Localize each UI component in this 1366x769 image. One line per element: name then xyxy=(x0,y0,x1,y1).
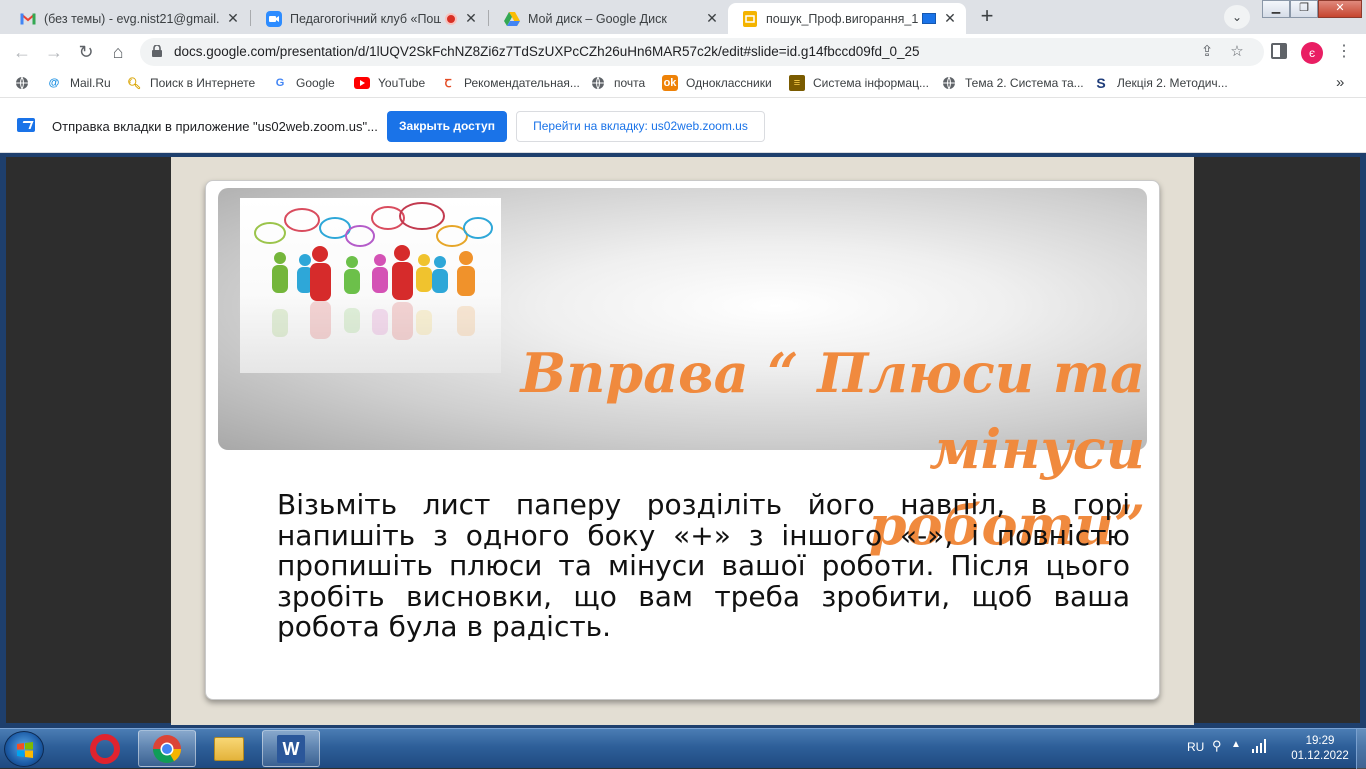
bookmark-label: Поиск в Интернете xyxy=(150,76,256,90)
sharing-status-text: Отправка вкладки в приложение "us02web.z… xyxy=(52,119,378,134)
tab-separator xyxy=(250,10,251,26)
share-tab-icon xyxy=(17,118,35,132)
word-icon: W xyxy=(277,734,305,763)
more-bookmarks-button[interactable]: » xyxy=(1336,74,1344,91)
zoom-icon xyxy=(266,10,282,27)
bookmark-item[interactable] xyxy=(14,75,38,91)
bookmark-item[interactable]: Тема 2. Система та... xyxy=(941,75,1084,91)
side-panel-icon[interactable] xyxy=(1271,43,1287,59)
bookmark-item[interactable]: @ Mail.Ru xyxy=(46,75,111,91)
close-tab-icon[interactable]: ✕ xyxy=(225,10,241,27)
stop-sharing-button[interactable]: Закрыть доступ xyxy=(387,111,507,142)
tab-title: (без темы) - evg.nist21@gmail.com xyxy=(44,11,219,26)
tab-title: Педагогогічний клуб «Пошук» xyxy=(290,11,441,26)
bookmark-label: Лекція 2. Методич... xyxy=(1117,76,1228,90)
recording-icon xyxy=(445,12,457,25)
search-bookmark-icon: 🔍︎ xyxy=(127,77,141,90)
bookmark-label: Одноклассники xyxy=(686,76,772,90)
forward-arrow-icon[interactable]: → xyxy=(42,41,66,65)
keyboard-icon[interactable]: ⚲ xyxy=(1212,738,1222,754)
bookmark-item[interactable]: ok Одноклассники xyxy=(662,75,772,91)
bookmark-label: почта xyxy=(614,76,646,90)
globe-icon xyxy=(941,75,957,91)
windows-taskbar: W RU ⚲ ▲ 19:29 01.12.2022 xyxy=(0,728,1366,769)
bookmark-item[interactable]: G Google xyxy=(272,75,335,91)
globe-icon xyxy=(14,75,30,91)
share-icon[interactable]: ⇪ xyxy=(1198,43,1216,61)
chrome-icon xyxy=(153,734,181,763)
window-close-button[interactable]: ✕ xyxy=(1318,0,1362,18)
tab-google-drive[interactable]: Мой диск – Google Диск ✕ xyxy=(490,3,728,34)
language-indicator[interactable]: RU xyxy=(1187,740,1204,754)
gmail-icon xyxy=(20,11,36,27)
clock-date: 01.12.2022 xyxy=(1291,750,1349,762)
clock-time: 19:29 xyxy=(1305,735,1335,747)
taskbar-word[interactable]: W xyxy=(262,730,320,767)
youtube-icon xyxy=(354,75,370,91)
opera-icon xyxy=(90,733,120,764)
bookmark-item[interactable]: ≡ Система інформац... xyxy=(789,75,929,91)
bookmarks-bar: @ Mail.Ru 🔍︎ Поиск в Интернете G Google … xyxy=(0,70,1366,98)
system-clock[interactable]: 19:29 01.12.2022 xyxy=(1290,734,1350,764)
tab-sharing-infobar: Отправка вкладки в приложение "us02web.z… xyxy=(0,98,1366,153)
home-icon[interactable]: ⌂ xyxy=(106,41,130,65)
bookmark-label: Mail.Ru xyxy=(70,76,111,90)
globe-icon xyxy=(590,75,606,91)
taskbar-chrome[interactable] xyxy=(138,730,196,767)
mailru-icon: @ xyxy=(48,77,60,89)
minimize-button[interactable]: ▁ xyxy=(1262,0,1290,18)
profile-avatar[interactable]: є xyxy=(1301,42,1323,64)
bookmark-item[interactable]: YouTube xyxy=(354,75,425,91)
address-bar[interactable]: docs.google.com/presentation/d/1lUQV2SkF… xyxy=(140,38,1264,66)
google-drive-icon xyxy=(504,11,520,27)
tab-separator xyxy=(488,10,489,26)
tab-strip: (без темы) - evg.nist21@gmail.com ✕ Педа… xyxy=(0,0,1366,34)
taskbar-opera[interactable] xyxy=(76,730,134,767)
start-button[interactable] xyxy=(4,731,44,767)
tab-title: Мой диск – Google Диск xyxy=(528,11,667,26)
more-menu-icon[interactable]: ⋮ xyxy=(1336,42,1352,64)
bookmark-label: Тема 2. Система та... xyxy=(965,76,1084,90)
bookmark-label: Google xyxy=(296,76,335,90)
bookmark-item[interactable]: Ꞇ Рекомендательная... xyxy=(440,75,580,91)
casting-icon xyxy=(922,13,936,24)
tab-gmail[interactable]: (без темы) - evg.nist21@gmail.com ✕ xyxy=(6,3,249,34)
taskbar-explorer[interactable] xyxy=(200,730,258,767)
google-icon: G xyxy=(275,77,285,89)
google-slides-icon xyxy=(742,10,758,27)
windows-logo-icon xyxy=(17,742,33,758)
folder-icon xyxy=(214,736,244,761)
odnoklassniki-icon: ok xyxy=(662,75,678,91)
browser-toolbar: ← → ↻ ⌂ docs.google.com/presentation/d/1… xyxy=(0,34,1366,70)
switch-to-tab-button[interactable]: Перейти на вкладку: us02web.zoom.us xyxy=(516,111,765,142)
tab-title: пошук_Проф.вигорання_11 xyxy=(766,11,918,26)
bookmark-label: Система інформац... xyxy=(813,76,929,90)
bookmark-star-icon[interactable]: ☆ xyxy=(1228,43,1246,61)
lecture-icon: S xyxy=(1096,75,1106,91)
bookmark-item[interactable]: почта xyxy=(590,75,645,91)
show-hidden-icons-icon[interactable]: ▲ xyxy=(1231,739,1241,750)
tab-zoom-club[interactable]: Педагогогічний клуб «Пошук» ✕ xyxy=(252,3,487,34)
close-tab-icon[interactable]: ✕ xyxy=(704,10,720,27)
network-signal-icon[interactable] xyxy=(1252,739,1268,756)
new-tab-button[interactable]: + xyxy=(973,5,1001,29)
lock-icon xyxy=(152,45,162,57)
bookmark-item[interactable]: 🔍︎ Поиск в Интернете xyxy=(126,75,255,91)
bookmark-label: YouTube xyxy=(378,76,426,90)
bookmark-item[interactable]: S Лекція 2. Методич... xyxy=(1093,75,1228,91)
slide-title-line-1: Вправа “ Плюси та мінуси xyxy=(520,341,1145,481)
tab-search-button[interactable]: ⌄ xyxy=(1224,5,1250,29)
reload-icon[interactable]: ↻ xyxy=(74,41,98,65)
close-tab-icon[interactable]: ✕ xyxy=(942,10,958,27)
bookmark-label: Рекомендательная... xyxy=(464,76,580,90)
system-icon: ≡ xyxy=(789,75,805,91)
tab-presentation[interactable]: пошук_Проф.вигорання_11 ✕ xyxy=(728,3,966,34)
show-desktop-button[interactable] xyxy=(1356,729,1366,769)
restore-button[interactable]: ❐ xyxy=(1290,0,1318,18)
back-arrow-icon[interactable]: ← xyxy=(10,41,34,65)
url-text: docs.google.com/presentation/d/1lUQV2SkF… xyxy=(174,44,920,59)
close-tab-icon[interactable]: ✕ xyxy=(463,10,479,27)
slide-body-text: Візьміть лист паперу розділіть його навп… xyxy=(277,488,1130,643)
recommend-icon: Ꞇ xyxy=(444,77,452,90)
